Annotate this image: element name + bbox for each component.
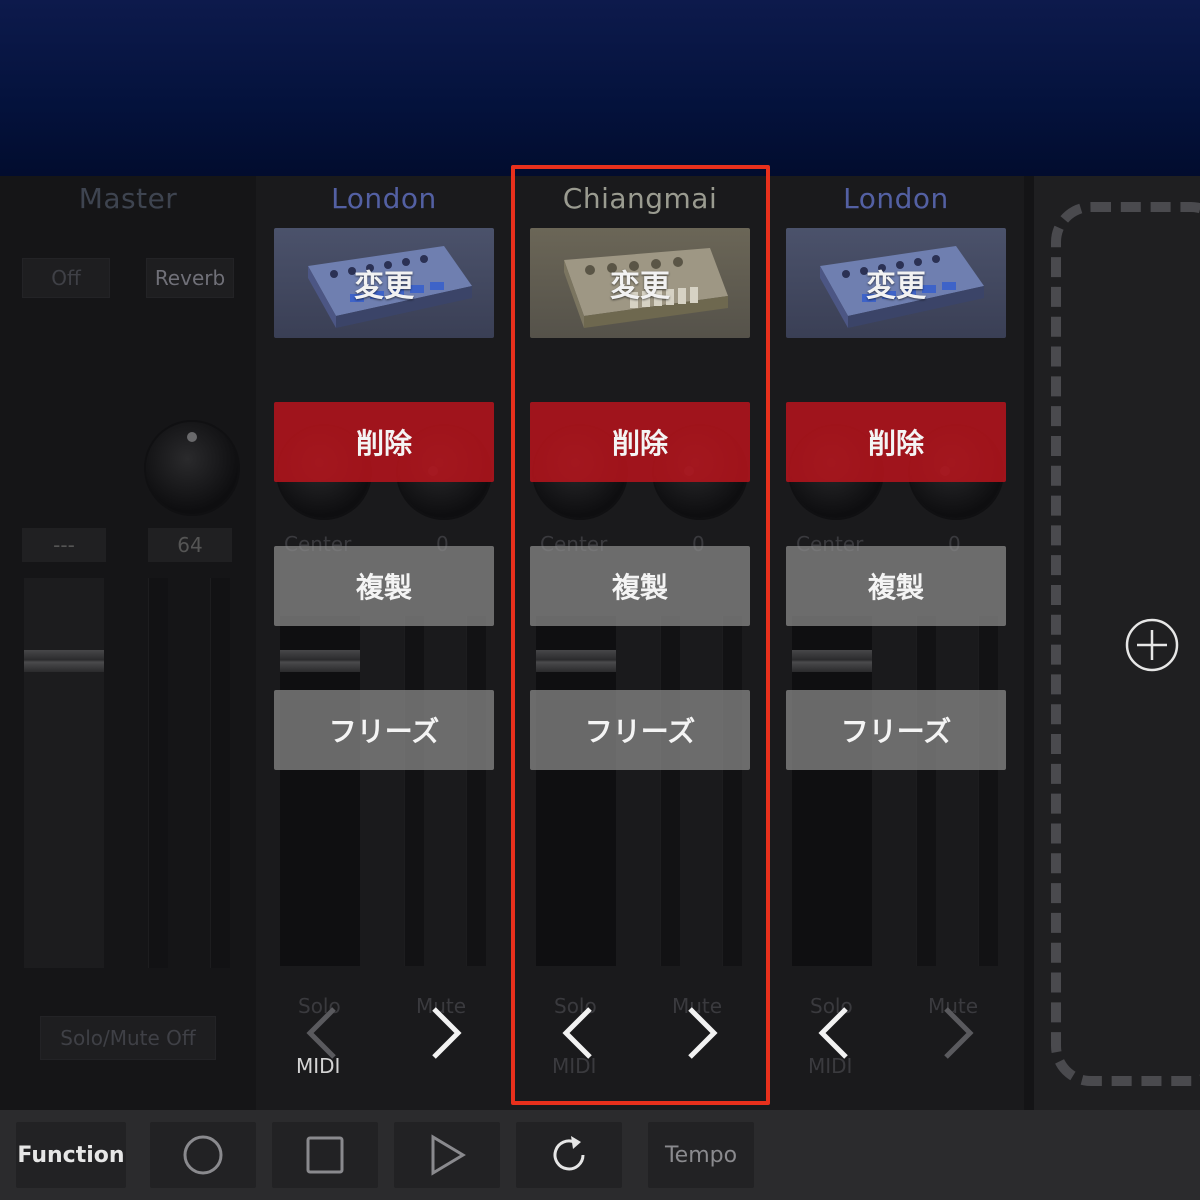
channel-meter-left (660, 616, 680, 966)
master-right-value-text: 64 (177, 533, 203, 557)
duplicate-button[interactable]: 複製 (530, 546, 750, 626)
master-reverb-knob[interactable] (146, 422, 238, 514)
channel-strip-3: London 変更 Center 0 削除 複製 フリーズ Solo Mute … (768, 176, 1024, 1110)
channel-meter-right (466, 616, 486, 966)
channel-fader-handle[interactable] (792, 650, 872, 672)
change-instrument-label: 変更 (354, 269, 414, 304)
solo-mute-off-label: Solo/Mute Off (60, 1026, 196, 1050)
tempo-label: Tempo (664, 1142, 738, 1168)
channel-title: London (843, 182, 949, 215)
move-right-button[interactable] (416, 998, 476, 1068)
move-left-button[interactable] (548, 998, 608, 1068)
channel-strip-1: London 変更 Center 0 削除 複製 フリーズ Solo Mute … (256, 176, 512, 1110)
master-title: Master (78, 182, 178, 215)
chevron-right-icon (944, 1007, 974, 1059)
stop-icon (306, 1136, 344, 1174)
master-left-value: --- (22, 528, 106, 562)
duplicate-button[interactable]: 複製 (786, 546, 1006, 626)
delete-button[interactable]: 削除 (786, 402, 1006, 482)
plus-circle-icon (1125, 618, 1179, 672)
master-reverb-button[interactable]: Reverb (146, 258, 234, 298)
chevron-left-icon (306, 1007, 336, 1059)
channel-fader-handle[interactable] (536, 650, 616, 672)
channel-meter-right (722, 616, 742, 966)
move-left-button[interactable] (804, 998, 864, 1068)
master-right-value: 64 (148, 528, 232, 562)
master-strip: Master Off Reverb --- 64 Solo/Mute Off (0, 176, 256, 1110)
master-fader-track[interactable] (24, 578, 104, 968)
channel-meter-left (404, 616, 424, 966)
change-instrument-label: 変更 (866, 269, 926, 304)
move-left-button[interactable] (292, 998, 352, 1068)
master-fader-handle[interactable] (24, 650, 104, 672)
instrument-thumbnail[interactable]: 変更 (530, 228, 750, 338)
chevron-left-icon (562, 1007, 592, 1059)
instrument-thumbnail[interactable]: 変更 (274, 228, 494, 338)
freeze-button[interactable]: フリーズ (274, 690, 494, 770)
channel-meter-left (916, 616, 936, 966)
loop-button[interactable] (516, 1122, 622, 1188)
channel-title: London (331, 182, 437, 215)
function-label: Function (17, 1142, 125, 1168)
duplicate-button[interactable]: 複製 (274, 546, 494, 626)
master-left-value-text: --- (53, 533, 75, 557)
record-button[interactable] (150, 1122, 256, 1188)
transport-toolbar: Function Tempo (0, 1110, 1200, 1200)
tempo-button[interactable]: Tempo (648, 1122, 754, 1188)
instrument-thumbnail[interactable]: 変更 (786, 228, 1006, 338)
loop-icon (553, 1136, 585, 1171)
master-meter-right (210, 578, 230, 968)
delete-button[interactable]: 削除 (274, 402, 494, 482)
add-track-button[interactable] (1124, 617, 1180, 677)
play-button[interactable] (394, 1122, 500, 1188)
freeze-button[interactable]: フリーズ (530, 690, 750, 770)
freeze-button[interactable]: フリーズ (786, 690, 1006, 770)
channel-title: Chiangmai (562, 182, 718, 215)
master-reverb-label: Reverb (154, 266, 226, 290)
master-off-label: Off (51, 266, 81, 290)
chevron-right-icon (432, 1007, 462, 1059)
channel-fader-handle[interactable] (280, 650, 360, 672)
master-off-button[interactable]: Off (22, 258, 110, 298)
chevron-right-icon (688, 1007, 718, 1059)
function-button[interactable]: Function (16, 1122, 126, 1188)
delete-button[interactable]: 削除 (530, 402, 750, 482)
move-right-button[interactable] (928, 998, 988, 1068)
change-instrument-label: 変更 (610, 269, 670, 304)
mixer-panel: Master Off Reverb --- 64 Solo/Mute Off L… (0, 176, 1200, 1110)
move-right-button[interactable] (672, 998, 732, 1068)
chevron-left-icon (818, 1007, 848, 1059)
top-header-area (0, 0, 1200, 176)
solo-mute-off-button[interactable]: Solo/Mute Off (40, 1016, 216, 1060)
record-icon (183, 1135, 223, 1175)
channel-meter-right (978, 616, 998, 966)
play-icon (431, 1134, 466, 1176)
master-meter-left (148, 578, 168, 968)
stop-button[interactable] (272, 1122, 378, 1188)
channel-strip-2: Chiangmai 変更 Center 0 削除 複製 フリーズ Solo Mu… (512, 176, 768, 1110)
knob-indicator (187, 432, 197, 442)
